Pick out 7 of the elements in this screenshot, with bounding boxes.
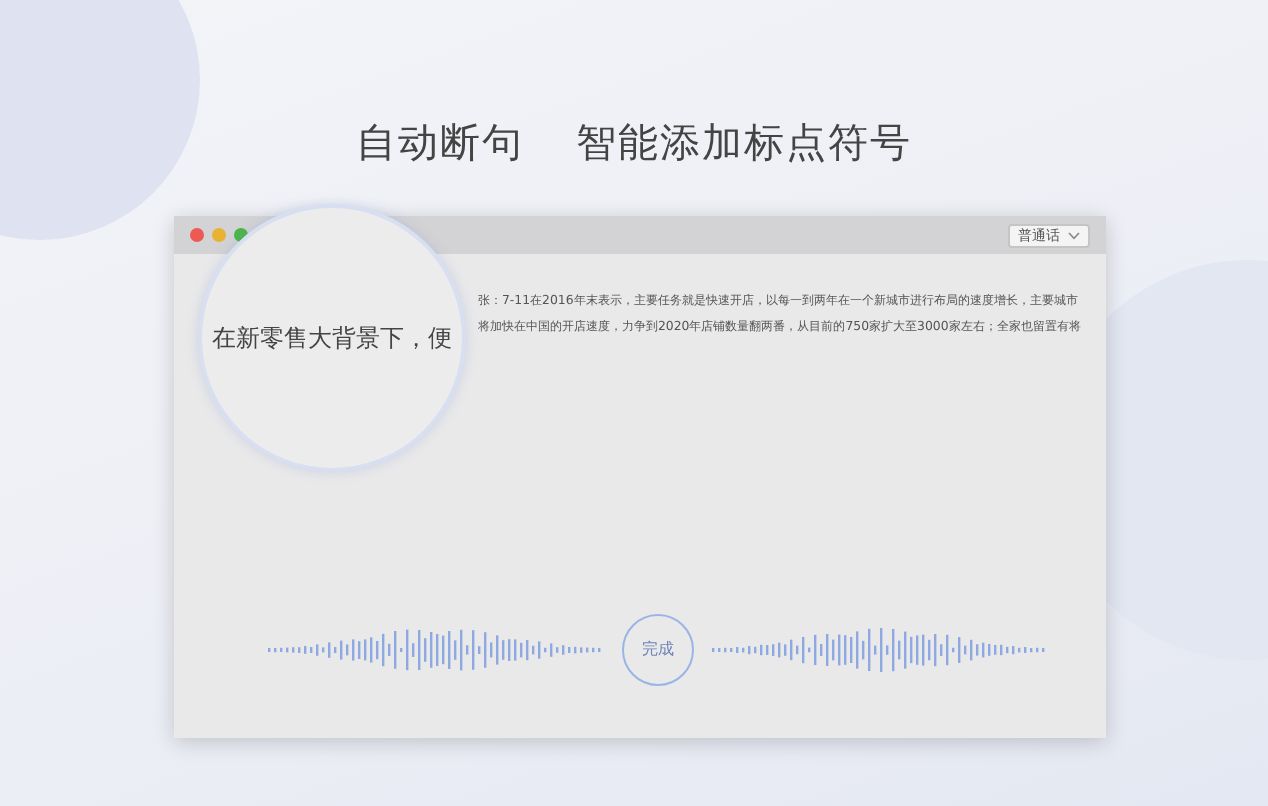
headline-text: 智能添加标点符号 [576,116,912,170]
headline-text: 自动断句 [356,116,524,170]
caret-icon [1068,231,1080,239]
magnified-text: 在新零售大背景下，便 [212,322,452,356]
minimize-icon[interactable] [212,228,226,242]
zoom-icon[interactable] [234,228,248,242]
close-icon[interactable] [190,228,204,242]
